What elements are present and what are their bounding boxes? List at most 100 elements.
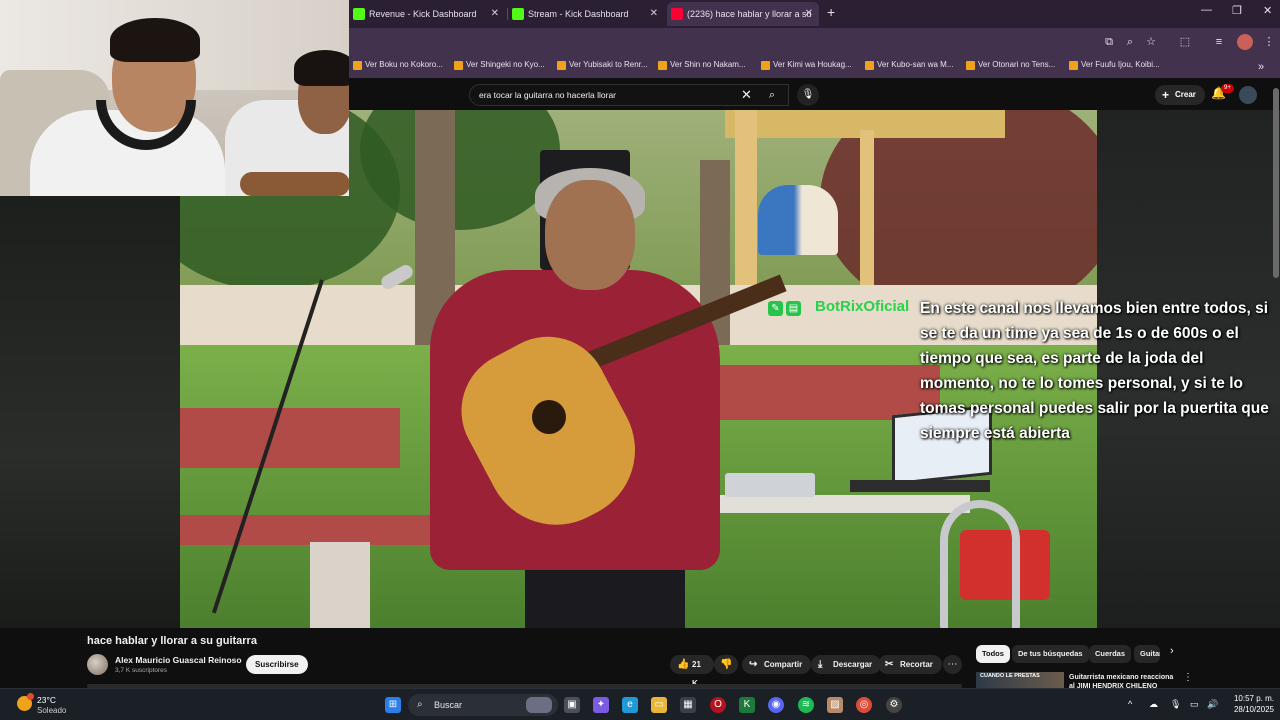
chat-badges: ✎ ▤ xyxy=(768,298,804,316)
subscriber-count: 3,7 K suscriptores xyxy=(115,667,168,674)
video-scene-table xyxy=(720,495,970,513)
maximize-icon[interactable]: ❐ xyxy=(1232,4,1242,17)
volume-icon[interactable]: 🔊 xyxy=(1207,699,1218,710)
cloud-icon[interactable]: ☁ xyxy=(1149,699,1158,710)
zoom-icon[interactable]: ⌕ xyxy=(1122,34,1138,50)
bookmark-item[interactable]: Ver Shingeki no Kyo... xyxy=(454,60,545,70)
video-title: hace hablar y llorar a su guitarra xyxy=(87,635,257,647)
share-button[interactable]: ↪ Compartir xyxy=(742,655,812,674)
chip-guitarra[interactable]: Guitarra xyxy=(1134,645,1160,663)
thumbs-up-icon: 👍 xyxy=(677,659,690,670)
more-actions-icon[interactable]: ⋯ xyxy=(943,655,962,674)
copilot-icon[interactable]: ✦ xyxy=(593,697,609,713)
video-scene-bench-seat xyxy=(180,515,460,545)
channel-avatar[interactable] xyxy=(87,654,108,675)
display-icon[interactable]: ▭ xyxy=(1190,699,1199,710)
bookmark-item[interactable]: Ver Otonari no Tens... xyxy=(966,60,1055,70)
video-scene-guitar-soundhole xyxy=(532,400,566,434)
clear-search-icon[interactable]: ✕ xyxy=(741,87,752,103)
video-scene-bench-back xyxy=(180,408,400,468)
chat-message: En este canal nos llevamos bien entre to… xyxy=(920,300,1269,442)
browser-tab-bar: Revenue - Kick Dashboard ✕ Stream - Kick… xyxy=(349,0,1280,28)
kick-icon[interactable]: K xyxy=(739,697,755,713)
settings-gear-icon[interactable]: ⚙ xyxy=(886,697,902,713)
search-icon: ⌕ xyxy=(417,699,423,710)
chip-de-tus-busquedas[interactable]: De tus búsquedas xyxy=(1012,645,1089,663)
youtube-account-avatar[interactable] xyxy=(1239,86,1257,104)
new-tab-button[interactable]: + xyxy=(827,4,835,20)
dislike-button[interactable]: 👎 xyxy=(714,655,738,674)
recommendation-thumbnail-text: CUANDO LE PRESTAS xyxy=(980,673,1040,679)
bookmark-item[interactable]: Ver Boku no Kokoro... xyxy=(353,60,443,70)
video-info-section: hace hablar y llorar a su guitarra Alex … xyxy=(0,628,1280,690)
browser-menu-icon[interactable]: ⋮ xyxy=(1261,34,1277,50)
video-scene-spectators xyxy=(758,185,838,255)
webcam-person-1-hair xyxy=(110,18,200,62)
microphone-icon[interactable]: 🎙 xyxy=(797,84,819,106)
close-tab-icon[interactable]: ✕ xyxy=(491,4,499,24)
spotify-icon[interactable]: ≋ xyxy=(798,697,814,713)
screen: Revenue - Kick Dashboard ✕ Stream - Kick… xyxy=(0,0,1280,720)
bookmark-star-icon[interactable]: ☆ xyxy=(1143,34,1159,50)
close-tab-icon[interactable]: ✕ xyxy=(650,4,658,24)
weather-temperature[interactable]: 23°C xyxy=(37,695,56,705)
kick-favicon-icon xyxy=(512,8,524,20)
close-window-icon[interactable]: ✕ xyxy=(1263,4,1272,17)
create-button[interactable]: + Crear xyxy=(1155,85,1205,105)
task-view-icon[interactable]: ▣ xyxy=(564,697,580,713)
page-scrollbar[interactable] xyxy=(1273,88,1279,278)
system-clock[interactable]: 10:57 p. m. 28/10/2025 xyxy=(1228,693,1274,715)
tab-revenue-kick[interactable]: Revenue - Kick Dashboard ✕ xyxy=(349,4,505,24)
chips-next-icon[interactable]: › xyxy=(1170,645,1174,657)
bookmark-item[interactable]: Ver Fuufu Ijou, Koibi... xyxy=(1069,60,1160,70)
windows-start-icon[interactable]: ⊞ xyxy=(385,697,401,713)
file-explorer-icon[interactable]: ▭ xyxy=(651,697,667,713)
youtube-header: era tocar la guitarra no hacerla llorar … xyxy=(349,78,1280,110)
chip-cuerdas[interactable]: Cuerdas xyxy=(1089,645,1132,663)
close-tab-icon[interactable]: ✕ xyxy=(805,2,813,26)
weather-description[interactable]: Soleado xyxy=(37,706,66,715)
kick-favicon-icon xyxy=(353,8,365,20)
webcam-person-2-hair xyxy=(294,50,349,86)
tab-youtube-video[interactable]: (2236) hace hablar y llorar a su ✕ xyxy=(667,2,819,26)
download-button[interactable]: ⤓ Descargar xyxy=(811,655,882,674)
extensions-icon[interactable]: ⬚ xyxy=(1177,34,1193,50)
microsoft-store-icon[interactable]: ▦ xyxy=(680,697,696,713)
subscribe-button[interactable]: Suscribirse xyxy=(246,655,308,674)
install-app-icon[interactable]: ⧉ xyxy=(1101,34,1117,50)
discord-icon[interactable]: ◉ xyxy=(768,697,784,713)
microphone-tray-icon[interactable]: 🎙 xyxy=(1170,699,1181,710)
minimize-icon[interactable]: — xyxy=(1201,4,1212,16)
photos-icon[interactable]: ▨ xyxy=(827,697,843,713)
search-button[interactable]: ⌕ xyxy=(759,84,785,106)
clip-button[interactable]: ✂ Recortar xyxy=(878,655,942,674)
youtube-favicon-icon xyxy=(671,8,683,20)
like-button[interactable]: 👍 21 K xyxy=(670,655,714,688)
thumbs-down-icon: 👎 xyxy=(720,659,733,670)
tab-search-icon[interactable]: ≡ xyxy=(1211,34,1227,50)
channel-name[interactable]: Alex Mauricio Guascal Reinoso xyxy=(115,655,242,665)
taskbar-search[interactable]: ⌕ Buscar xyxy=(408,694,558,716)
clip-label: Recortar xyxy=(900,660,933,669)
tab-stream-kick[interactable]: Stream - Kick Dashboard ✕ xyxy=(508,4,664,24)
bookmarks-overflow-icon[interactable]: » xyxy=(1253,59,1269,75)
chrome-icon[interactable]: ◎ xyxy=(856,697,872,713)
profile-avatar[interactable] xyxy=(1237,34,1253,50)
edge-icon[interactable]: e xyxy=(622,697,638,713)
bookmark-item[interactable]: Ver Kimi wa Houkag... xyxy=(761,60,852,70)
windows-taskbar: 23°C Soleado ⊞ ⌕ Buscar ▣ ✦ e ▭ ▦ O K ◉ … xyxy=(0,688,1280,720)
opera-icon[interactable]: O xyxy=(710,697,726,713)
create-label: Crear xyxy=(1175,90,1196,99)
recommendation-menu-icon[interactable]: ⋮ xyxy=(1183,672,1193,683)
bookmark-item[interactable]: Ver Shin no Nakam... xyxy=(658,60,746,70)
download-label: Descargar xyxy=(833,660,873,669)
bookmark-item[interactable]: Ver Kubo-san wa M... xyxy=(865,60,953,70)
share-icon: ↪ xyxy=(749,659,758,670)
scissors-icon: ✂ xyxy=(885,659,894,670)
video-scene-bench-back xyxy=(710,365,940,420)
share-label: Compartir xyxy=(764,660,803,669)
bookmark-item[interactable]: Ver Yubisaki to Renr... xyxy=(557,60,648,70)
tray-overflow-icon[interactable]: ^ xyxy=(1128,699,1132,709)
video-scene-chair xyxy=(940,500,1020,628)
chip-todos[interactable]: Todos xyxy=(976,645,1010,663)
